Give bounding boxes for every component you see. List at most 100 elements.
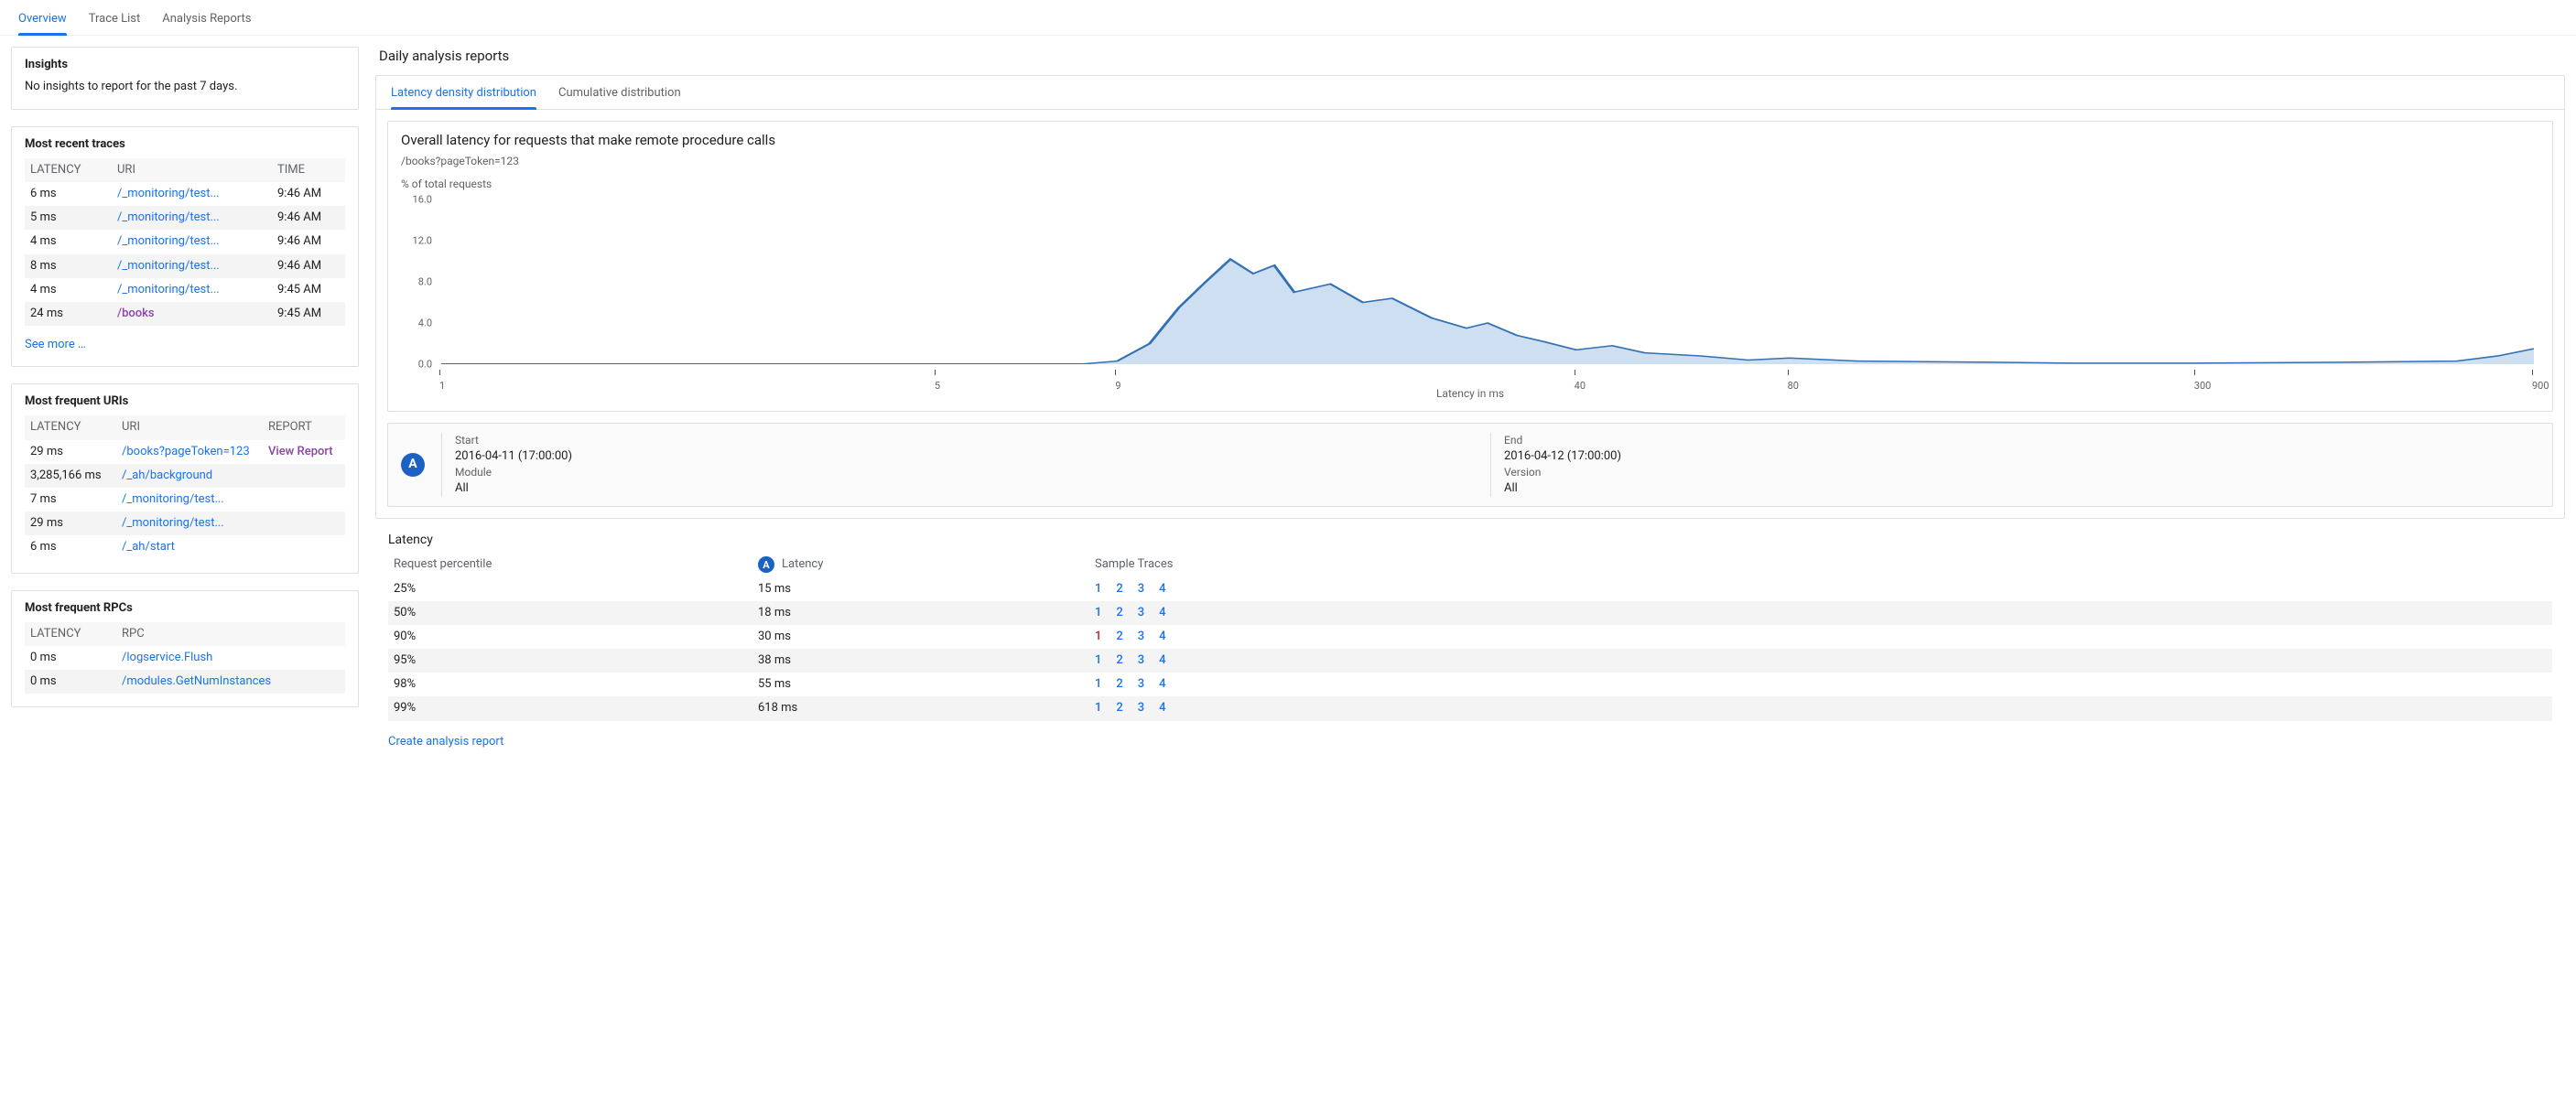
latency-cell: 3,285,166 ms (25, 464, 116, 488)
freq-rpcs-panel: Most frequent RPCs LATENCY RPC 0 ms/logs… (11, 590, 359, 708)
y-tick: 0.0 (418, 357, 432, 371)
time-cell: 9:45 AM (272, 302, 345, 326)
col-sample-traces: Sample Traces (1095, 556, 2547, 573)
run-info: A Start 2016-04-11 (17:00:00) Module All… (387, 423, 2553, 507)
sample-trace-link[interactable]: 2 (1116, 581, 1122, 598)
tab-overview[interactable]: Overview (18, 7, 67, 35)
tab-density[interactable]: Latency density distribution (391, 81, 536, 109)
uri-link[interactable]: /_monitoring/test... (117, 259, 220, 273)
col-latency: LATENCY (25, 415, 116, 439)
create-report-link[interactable]: Create analysis report (388, 735, 503, 748)
sample-trace-link[interactable]: 3 (1138, 700, 1144, 716)
see-more-link[interactable]: See more … (25, 337, 86, 353)
tab-analysis-reports[interactable]: Analysis Reports (162, 7, 251, 35)
uri-link[interactable]: /_monitoring/test... (117, 187, 220, 200)
latency-cell: 0 ms (25, 670, 116, 694)
latency-cell: 18 ms (758, 605, 1088, 621)
sample-trace-link[interactable]: 4 (1159, 676, 1165, 693)
sample-cell: 1234 (1095, 581, 2547, 598)
latency-section-title: Latency (388, 532, 2552, 550)
recent-traces-panel: Most recent traces LATENCY URI TIME 6 ms… (11, 126, 359, 368)
percentile-cell: 98% (394, 676, 751, 693)
freq-rpcs-table: LATENCY RPC 0 ms/logservice.Flush0 ms/mo… (25, 622, 345, 695)
sample-trace-link[interactable]: 1 (1095, 629, 1101, 645)
uri-link[interactable]: /_ah/background (122, 468, 212, 482)
uri-link[interactable]: /books (117, 307, 155, 320)
y-tick: 16.0 (413, 192, 432, 206)
sample-trace-link[interactable]: 1 (1095, 581, 1101, 598)
sample-trace-link[interactable]: 1 (1095, 700, 1101, 716)
table-row: 6 ms/_monitoring/test...9:46 AM (25, 182, 345, 206)
table-row: 0 ms/modules.GetNumInstances (25, 670, 345, 694)
view-report-link[interactable]: View Report (268, 445, 333, 458)
chart-ylabel: % of total requests (401, 177, 2539, 192)
sample-trace-link[interactable]: 4 (1159, 652, 1165, 669)
sample-trace-link[interactable]: 3 (1138, 676, 1144, 693)
freq-rpcs-title: Most frequent RPCs (25, 600, 345, 617)
report-box: Latency density distribution Cumulative … (375, 75, 2565, 519)
x-tick: 1 (439, 379, 445, 393)
uri-link[interactable]: /_monitoring/test... (122, 492, 224, 506)
latency-cell: 38 ms (758, 652, 1088, 669)
sample-trace-link[interactable]: 3 (1138, 629, 1144, 645)
latency-cell: 0 ms (25, 646, 116, 670)
sample-trace-link[interactable]: 4 (1159, 581, 1165, 598)
latency-cell: 5 ms (25, 206, 112, 230)
sample-trace-link[interactable]: 1 (1095, 676, 1101, 693)
x-tick: 300 (2194, 379, 2212, 393)
report-badge: A (401, 453, 425, 477)
table-row: 29 ms/books?pageToken=123View Report (25, 440, 345, 464)
percentile-cell: 25% (394, 581, 751, 598)
sample-trace-link[interactable]: 4 (1159, 629, 1165, 645)
table-row: 24 ms/books9:45 AM (25, 302, 345, 326)
sample-trace-link[interactable]: 1 (1095, 652, 1101, 669)
y-ticks: 0.04.08.012.016.0 (401, 199, 438, 364)
sample-trace-link[interactable]: 2 (1116, 605, 1122, 621)
version-label: Version (1504, 465, 2539, 480)
table-row: 6 ms/_ah/start (25, 535, 345, 559)
uri-link[interactable]: /_monitoring/test... (117, 210, 220, 224)
table-row: 7 ms/_monitoring/test... (25, 488, 345, 512)
sample-trace-link[interactable]: 3 (1138, 581, 1144, 598)
col-percentile: Request percentile (394, 556, 751, 573)
sample-trace-link[interactable]: 2 (1116, 700, 1122, 716)
daily-report-panel: Daily analysis reports Latency density d… (375, 47, 2565, 763)
uri-link[interactable]: /_monitoring/test... (122, 516, 224, 530)
sample-trace-link[interactable]: 2 (1116, 676, 1122, 693)
x-tick: 40 (1575, 379, 1586, 393)
percentile-cell: 90% (394, 629, 751, 645)
sample-trace-link[interactable]: 1 (1095, 605, 1101, 621)
x-tick: 9 (1115, 379, 1120, 393)
table-row: 0 ms/logservice.Flush (25, 646, 345, 670)
time-cell: 9:45 AM (272, 278, 345, 302)
latency-cell: 8 ms (25, 254, 112, 278)
freq-uris-panel: Most frequent URIs LATENCY URI REPORT 29… (11, 383, 359, 573)
sample-trace-link[interactable]: 3 (1138, 605, 1144, 621)
sample-trace-link[interactable]: 4 (1159, 700, 1165, 716)
latency-cell: 6 ms (25, 182, 112, 206)
freq-uris-table: LATENCY URI REPORT 29 ms/books?pageToken… (25, 415, 345, 559)
sample-trace-link[interactable]: 2 (1116, 652, 1122, 669)
module-label: Module (455, 465, 1490, 480)
rpc-link[interactable]: /modules.GetNumInstances (122, 674, 271, 688)
version-value: All (1504, 480, 2539, 497)
start-value: 2016-04-11 (17:00:00) (455, 448, 1490, 465)
uri-link[interactable]: /_monitoring/test... (117, 283, 220, 296)
start-label: Start (455, 433, 1490, 448)
rpc-link[interactable]: /logservice.Flush (122, 651, 212, 664)
sample-trace-link[interactable]: 2 (1116, 629, 1122, 645)
percentile-cell: 50% (394, 605, 751, 621)
time-cell: 9:46 AM (272, 254, 345, 278)
sample-trace-link[interactable]: 3 (1138, 652, 1144, 669)
tab-cumulative[interactable]: Cumulative distribution (558, 81, 681, 109)
sample-trace-link[interactable]: 4 (1159, 605, 1165, 621)
uri-link[interactable]: /books?pageToken=123 (122, 445, 250, 458)
tab-trace-list[interactable]: Trace List (89, 7, 141, 35)
recent-traces-table: LATENCY URI TIME 6 ms/_monitoring/test..… (25, 158, 345, 326)
col-report: REPORT (263, 415, 345, 439)
uri-link[interactable]: /_monitoring/test... (117, 234, 220, 248)
col-latency: LATENCY (25, 158, 112, 182)
uri-link[interactable]: /_ah/start (122, 540, 175, 554)
table-row: 4 ms/_monitoring/test...9:45 AM (25, 278, 345, 302)
x-tick: 5 (935, 379, 940, 393)
